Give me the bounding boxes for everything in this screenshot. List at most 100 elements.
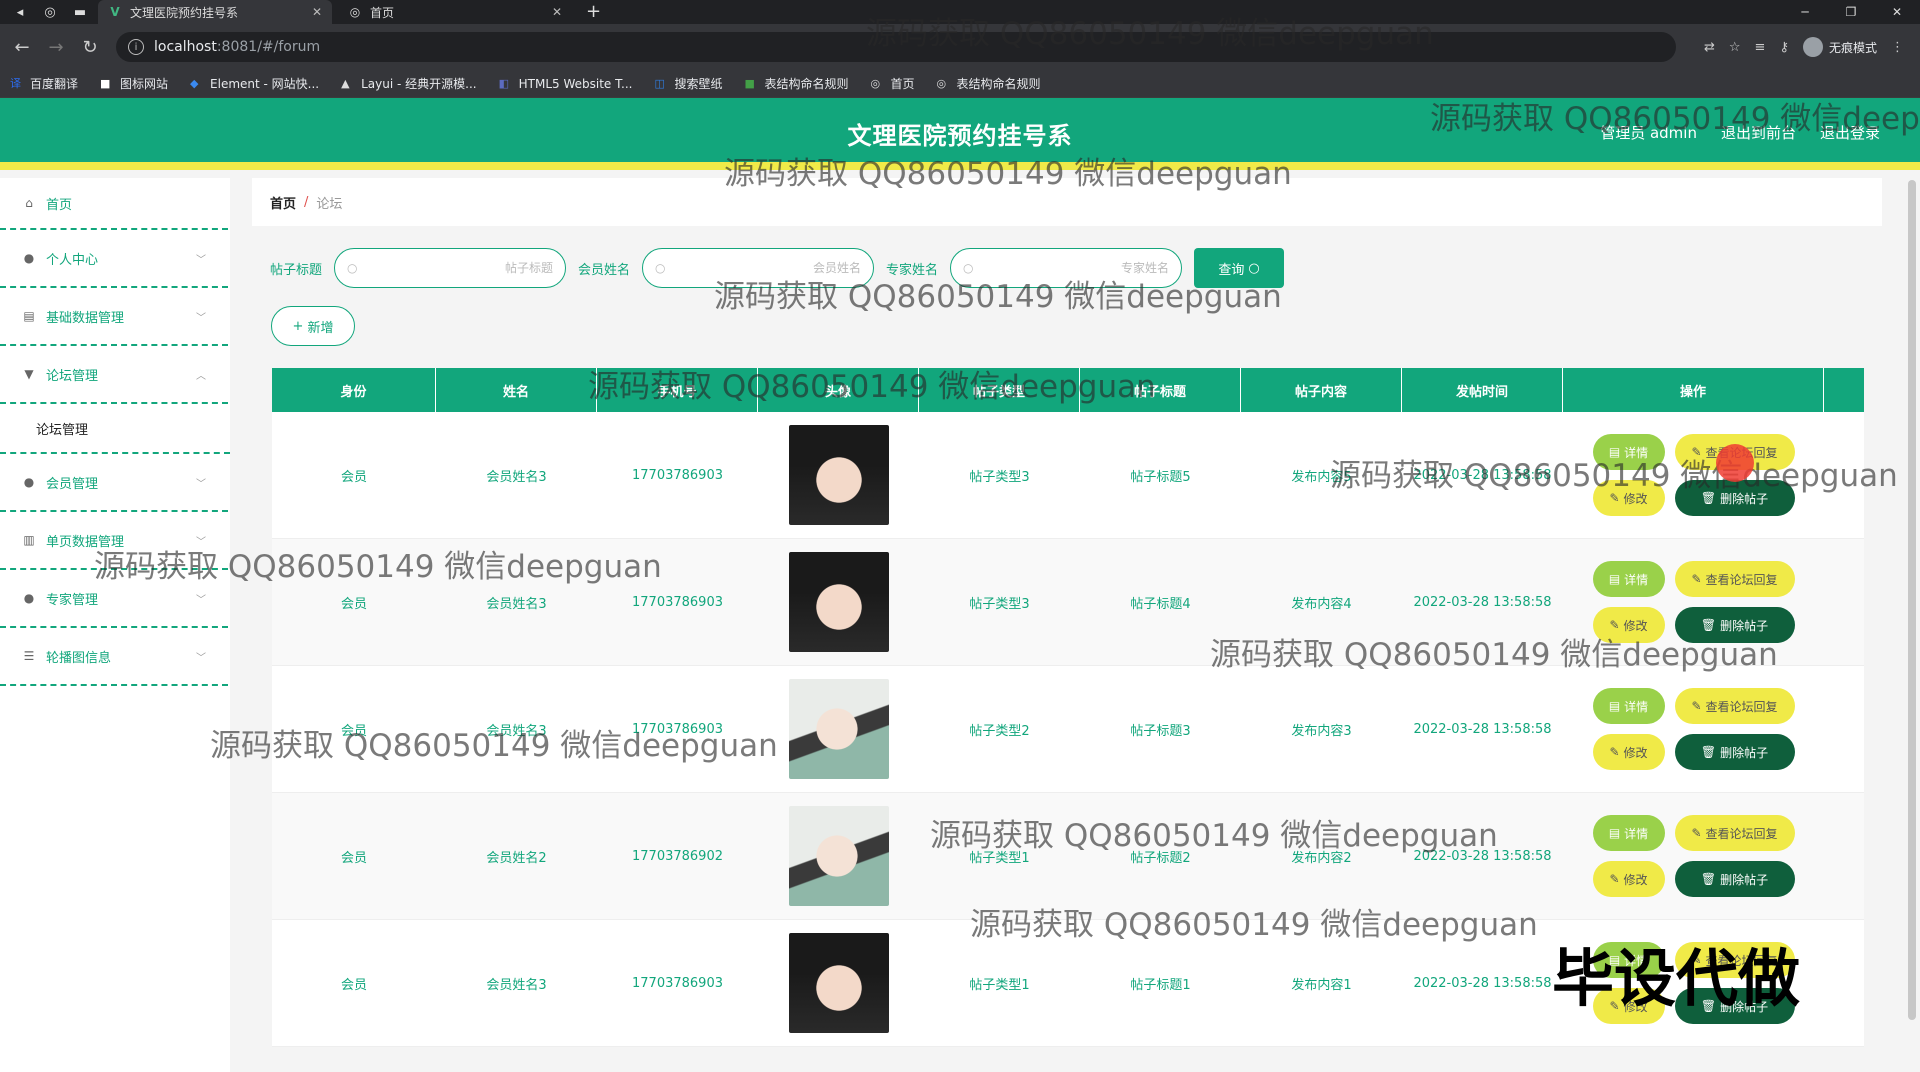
column-header: 身份 xyxy=(272,368,436,412)
bookmarks-bar: 译百度翻译 ■ 图标网站 ◆ Element - 网站快... ▲ Layui - 经典开源… xyxy=(0,70,1920,98)
member-filter-input[interactable] xyxy=(673,261,862,275)
sidebar-item[interactable]: ▤ 基础数据管理 ﹀ xyxy=(0,288,228,346)
view-replies-button[interactable]: ✎查看论坛回复 xyxy=(1674,688,1795,724)
bookmark-item[interactable]: 译百度翻译 xyxy=(10,75,78,92)
bookmark-label: 搜索壁纸 xyxy=(674,77,723,91)
edit-button[interactable]: ✎ 修改 xyxy=(1592,607,1665,643)
add-button[interactable]: + 新增 xyxy=(271,306,355,346)
delete-button-label: 删除帖子 xyxy=(1720,745,1769,760)
view-replies-button[interactable]: ✎查看论坛回复 xyxy=(1674,942,1795,978)
forward-icon[interactable]: → xyxy=(42,33,70,61)
bookmark-item[interactable]: ◎ 首页 xyxy=(870,75,914,92)
delete-button[interactable]: 🗑 删除帖子 xyxy=(1674,607,1795,643)
cell-role: 会员 xyxy=(340,723,367,739)
detail-button-label: 详情 xyxy=(1624,445,1649,460)
edit-button[interactable]: ✎ 修改 xyxy=(1592,734,1665,770)
edit-button[interactable]: ✎ 修改 xyxy=(1592,480,1665,516)
bookmark-item[interactable]: ■ 表结构命名规则 xyxy=(744,75,848,92)
reading-list-icon[interactable]: ≡ xyxy=(1755,40,1766,55)
title-filter-field[interactable]: ○ xyxy=(334,248,567,288)
detail-button[interactable]: ▤ 详情 xyxy=(1592,942,1665,978)
star-icon[interactable]: ☆ xyxy=(1729,40,1741,55)
bookmark-label: 表结构命名规则 xyxy=(956,77,1041,91)
delete-button[interactable]: 🗑 删除帖子 xyxy=(1674,480,1795,516)
bookmark-item[interactable]: ▲ Layui - 经典开源模... xyxy=(341,75,476,92)
breadcrumb-home[interactable]: 首页 xyxy=(270,193,296,212)
profile-label: 无痕模式 xyxy=(1828,40,1877,55)
edit-button[interactable]: ✎ 修改 xyxy=(1592,861,1665,897)
back-to-front-link[interactable]: 退出到前台 xyxy=(1721,122,1796,143)
sidebar-item[interactable]: ▼ 论坛管理 ︿ xyxy=(0,346,228,404)
bookmark-item[interactable]: ◆ Element - 网站快... xyxy=(190,75,319,92)
logout-link[interactable]: 退出登录 xyxy=(1820,122,1880,143)
sidebar-item[interactable]: ● 专家管理 ﹀ xyxy=(0,570,228,628)
tab-strip: ◂ ◎ ▬ V 文理医院预约挂号系 ✕ ◎ 首页 ✕ + xyxy=(0,0,1920,24)
list-icon: ☰ xyxy=(23,649,35,663)
bookmark-item[interactable]: ◎ 表结构命名规则 xyxy=(937,75,1041,92)
edit-icon: ✎ xyxy=(1609,618,1620,632)
sidebar-item[interactable]: ▥ 单页数据管理 ﹀ xyxy=(0,512,228,570)
query-button[interactable]: 查询 ○ xyxy=(1194,248,1285,288)
close-window-icon[interactable]: ✕ xyxy=(1874,0,1920,24)
expert-filter-input[interactable] xyxy=(981,261,1170,275)
cell-phone: 17703786903 xyxy=(632,467,723,483)
detail-button[interactable]: ▤ 详情 xyxy=(1592,561,1665,597)
sidebar-item[interactable]: ● 会员管理 ﹀ xyxy=(0,454,228,512)
speaker-icon[interactable]: ◂ xyxy=(8,0,32,24)
new-tab-button[interactable]: + xyxy=(578,0,609,24)
bookmark-item[interactable]: ◫ 搜索壁纸 xyxy=(654,75,722,92)
title-filter-input[interactable] xyxy=(365,261,554,275)
globe-icon[interactable]: ◎ xyxy=(38,0,62,24)
sidebar-item-label: 单页数据管理 xyxy=(46,534,125,550)
restore-icon[interactable]: ❐ xyxy=(1828,0,1874,24)
detail-button[interactable]: ▤ 详情 xyxy=(1592,815,1665,851)
sidebar-item[interactable]: ● 个人中心 ﹀ xyxy=(0,230,228,288)
sidebar-item[interactable]: ☰ 轮播图信息 ﹀ xyxy=(0,628,228,686)
translate-icon[interactable]: ⇄ xyxy=(1704,40,1715,55)
close-icon[interactable]: ✕ xyxy=(312,5,322,19)
comment-icon: ▼ xyxy=(24,367,34,381)
sidebar-item[interactable]: ⌂ 首页 xyxy=(0,178,228,230)
bookmark-item[interactable]: ◧ HTML5 Website T... xyxy=(499,77,633,91)
view-replies-button-label: 查看论坛回复 xyxy=(1705,699,1778,714)
back-icon[interactable]: ← xyxy=(8,33,36,61)
member-filter-field[interactable]: ○ xyxy=(642,248,875,288)
detail-button[interactable]: ▤ 详情 xyxy=(1592,434,1665,470)
breadcrumb-separator: / xyxy=(304,194,309,210)
bookmark-icon: ◧ xyxy=(498,76,510,90)
table-row: 会员 会员姓名2 17703786902 帖子类型1 帖子标题2 发布内容2 2022-03… xyxy=(272,793,1864,920)
sidebar-subitem[interactable]: 论坛管理 xyxy=(0,404,230,454)
delete-button[interactable]: 🗑 删除帖子 xyxy=(1674,734,1795,770)
close-icon[interactable]: ✕ xyxy=(552,5,562,19)
key-icon[interactable]: ⚷ xyxy=(1779,40,1789,55)
bookmark-label: 图标网站 xyxy=(120,77,169,91)
view-replies-button[interactable]: ✎查看论坛回复 xyxy=(1674,561,1795,597)
page-scrollbar[interactable] xyxy=(1908,180,1916,1020)
mouse-cursor xyxy=(1716,444,1754,482)
browser-tab[interactable]: ◎ 首页 ✕ xyxy=(338,0,572,24)
cell-content: 发布内容3 xyxy=(1291,723,1352,739)
avatar-cell xyxy=(758,666,919,792)
profile-button[interactable]: 无痕模式 xyxy=(1802,37,1877,57)
delete-button[interactable]: 🗑 删除帖子 xyxy=(1674,988,1795,1024)
window-controls: ─ ❐ ✕ xyxy=(1782,0,1920,24)
info-icon[interactable]: i xyxy=(128,39,144,55)
sidebar-item-label: 会员管理 xyxy=(46,476,99,492)
address-bar[interactable]: i localhost:8081/#/forum xyxy=(116,32,1676,62)
delete-button[interactable]: 🗑 删除帖子 xyxy=(1674,861,1795,897)
expert-filter-field[interactable]: ○ xyxy=(950,248,1183,288)
view-replies-button[interactable]: ✎查看论坛回复 xyxy=(1674,815,1795,851)
table-body: 会员 会员姓名3 17703786903 帖子类型3 帖子标题5 发布内容5 2022-03… xyxy=(272,412,1864,1047)
minimize-icon[interactable]: ─ xyxy=(1782,0,1828,24)
reload-icon[interactable]: ↻ xyxy=(76,33,104,61)
bookmark-item[interactable]: ■ 图标网站 xyxy=(100,75,168,92)
app-page: 文理医院预约挂号系 管理员 admin 退出到前台 退出登录 ⌂ 首页 ● 个人中心 ﹀… xyxy=(0,98,1920,1072)
browser-tab-active[interactable]: V 文理医院预约挂号系 ✕ xyxy=(98,0,332,24)
window-icon[interactable]: ▬ xyxy=(68,0,92,24)
menu-icon[interactable]: ⋮ xyxy=(1891,40,1904,55)
search-icon: ○ xyxy=(963,261,974,275)
edit-button[interactable]: ✎ 修改 xyxy=(1592,988,1665,1024)
column-header: 发帖时间 xyxy=(1402,368,1563,412)
detail-button[interactable]: ▤ 详情 xyxy=(1592,688,1665,724)
cell-time: 2022-03-28 13:58:58 xyxy=(1413,975,1552,991)
